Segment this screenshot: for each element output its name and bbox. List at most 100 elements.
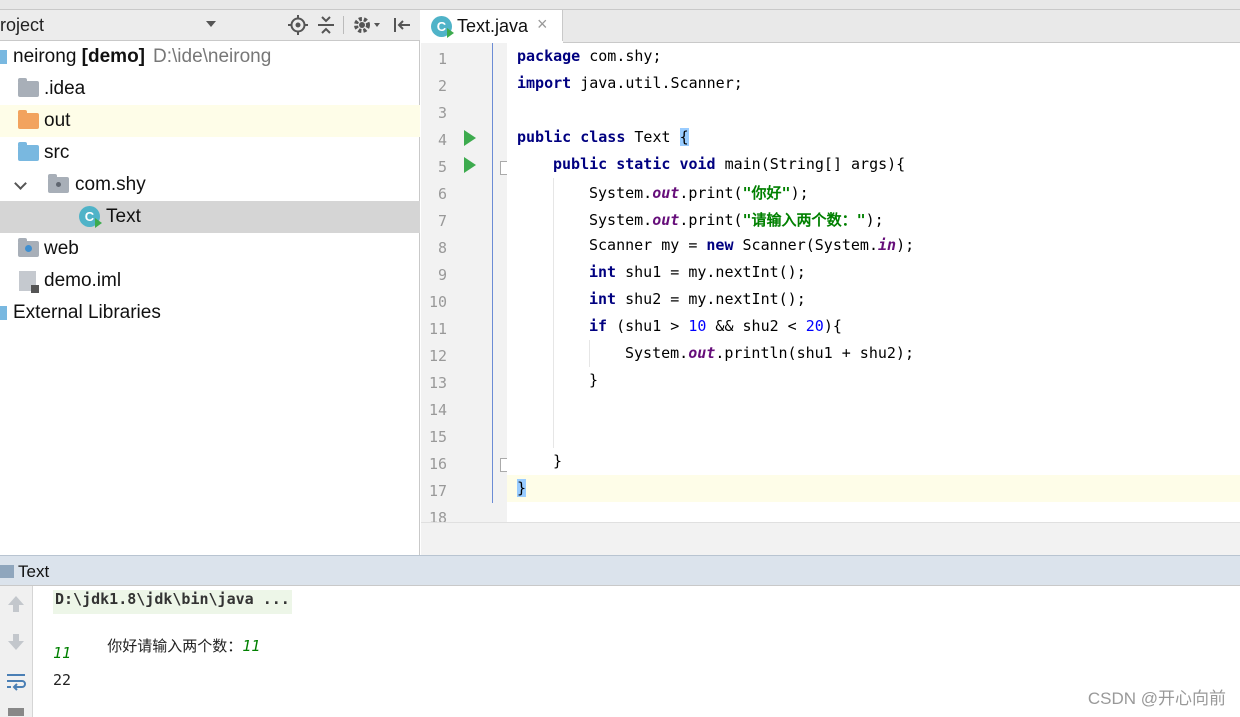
package-icon [48,174,69,193]
tree-item-external-libraries[interactable]: External Libraries [0,297,420,329]
tree-item-label: .idea [44,78,86,99]
module-path: D:\ide\neirong [153,46,272,67]
editor-bottom-area [421,522,1240,555]
folder-icon [18,78,39,97]
code-line: public static void main(String[] args){ [553,155,906,173]
tab-label: Text.java [457,16,529,36]
excluded-folder-icon [18,110,39,129]
line-number: 17 [428,482,447,500]
line-number: 8 [437,239,447,257]
watermark: CSDN @开心向前 [1087,689,1226,708]
line-number: 15 [428,428,447,446]
run-tool-window-header: Text [0,555,1240,586]
change-marker [492,43,493,503]
toolbar-divider [343,16,344,34]
java-class-icon: C [79,206,102,228]
code-line: package com.shy; [517,47,662,65]
code-line: } [507,367,1240,394]
tab-text-java[interactable]: C Text.java × [421,10,563,44]
code-line: System.out.println(shu1 + shu2); [507,340,1240,367]
gear-icon[interactable] [352,15,382,35]
fold-icon[interactable] [500,161,507,175]
print-icon[interactable] [5,704,27,717]
tree-item-label: web [44,238,79,259]
tree-item-label: demo.iml [44,270,122,291]
hide-panel-icon[interactable] [392,15,412,35]
editor-tab-strip: C Text.java × [421,10,1240,44]
code-line: if (shu1 > 10 && shu2 < 20){ [507,313,1240,340]
tree-item-label: com.shy [75,174,146,195]
run-main-icon[interactable] [464,157,476,173]
tree-item-web[interactable]: web [0,233,420,265]
editor-gutter: 1 2 3 4 5 6 7 8 9 10 11 12 13 14 15 16 1… [421,43,507,522]
line-number: 10 [428,293,447,311]
code-editor: C Text.java × 1 2 3 4 5 6 7 8 9 10 11 12… [421,10,1240,555]
web-folder-icon [18,238,39,257]
line-number: 12 [428,347,447,365]
collapse-all-icon[interactable] [316,15,336,35]
project-view-selector[interactable]: roject [0,15,44,36]
tree-item-label: out [44,110,71,131]
arrow-down-icon[interactable] [5,631,27,653]
module-icon [0,50,7,64]
line-number: 7 [437,212,447,230]
run-config-label[interactable]: Text [18,562,49,582]
line-number: 5 [437,158,447,176]
tree-item-out[interactable]: out [0,105,420,137]
line-number: 6 [437,185,447,203]
project-panel-header: roject [0,10,420,41]
module-name: neirong [demo] [13,46,145,67]
tree-item-module-root[interactable]: neirong [demo] D:\ide\neirong [0,41,420,73]
code-line: System.out.print("请输入两个数："); [507,205,1240,232]
chevron-down-icon[interactable] [206,21,216,27]
console-input-line: 11 [53,644,72,662]
arrow-up-icon[interactable] [5,593,27,615]
tree-item-src[interactable]: src [0,137,420,169]
code-line [507,394,1240,421]
line-number: 11 [428,320,447,338]
code-line: Scanner my = new Scanner(System.in); [507,232,1240,259]
code-line: public class Text { [517,128,689,146]
line-number: 3 [437,104,447,122]
console-command-line: D:\jdk1.8\jdk\bin\java ... [53,590,292,614]
java-class-icon: C [431,16,454,38]
module-file-icon [19,271,39,293]
fold-icon[interactable] [500,458,507,472]
tree-item-label: External Libraries [13,302,161,323]
code-line-current: } [507,475,1240,502]
code-line: import java.util.Scanner; [517,74,743,92]
code-line: System.out.print("你好"); [507,178,1240,205]
console-result-line: 22 [53,671,72,689]
library-icon [0,306,7,320]
line-number: 16 [428,455,447,473]
tree-item-package[interactable]: com.shy [0,169,420,201]
run-class-icon[interactable] [464,130,476,146]
tree-item-label: Text [106,206,141,227]
run-tool-window: Text D:\jdk1.8\jdk\bin\java ... 你好请输入两个数… [0,555,1240,717]
tree-item-class-text[interactable]: C Text [0,201,420,233]
line-number: 13 [428,374,447,392]
locate-file-icon[interactable] [288,15,308,35]
tree-item-idea[interactable]: .idea [0,73,420,105]
run-toolbar [0,586,33,717]
line-number: 18 [428,509,447,522]
code-line [507,421,1240,448]
run-config-icon [0,565,14,578]
source-folder-icon [18,142,39,161]
console-output[interactable]: D:\jdk1.8\jdk\bin\java ... 你好请输入两个数：11 1… [33,586,1240,717]
tree-item-demo-iml[interactable]: demo.iml [0,265,420,297]
line-number: 2 [437,77,447,95]
code-line: int shu2 = my.nextInt(); [507,286,1240,313]
close-icon[interactable]: × [537,14,548,35]
line-number: 14 [428,401,447,419]
project-panel: roject neirong [demo] D:\ide\neirong .id… [0,10,420,555]
code-line: } [553,452,563,470]
navigation-bar [0,0,1240,10]
line-number: 1 [437,50,447,68]
line-number: 4 [437,131,447,149]
soft-wrap-icon[interactable] [5,670,27,692]
chevron-down-icon[interactable] [14,177,27,190]
console-line: 你好请输入两个数：11 [107,637,261,655]
line-number: 9 [437,266,447,284]
code-area[interactable]: package com.shy; import java.util.Scanne… [507,43,1240,522]
